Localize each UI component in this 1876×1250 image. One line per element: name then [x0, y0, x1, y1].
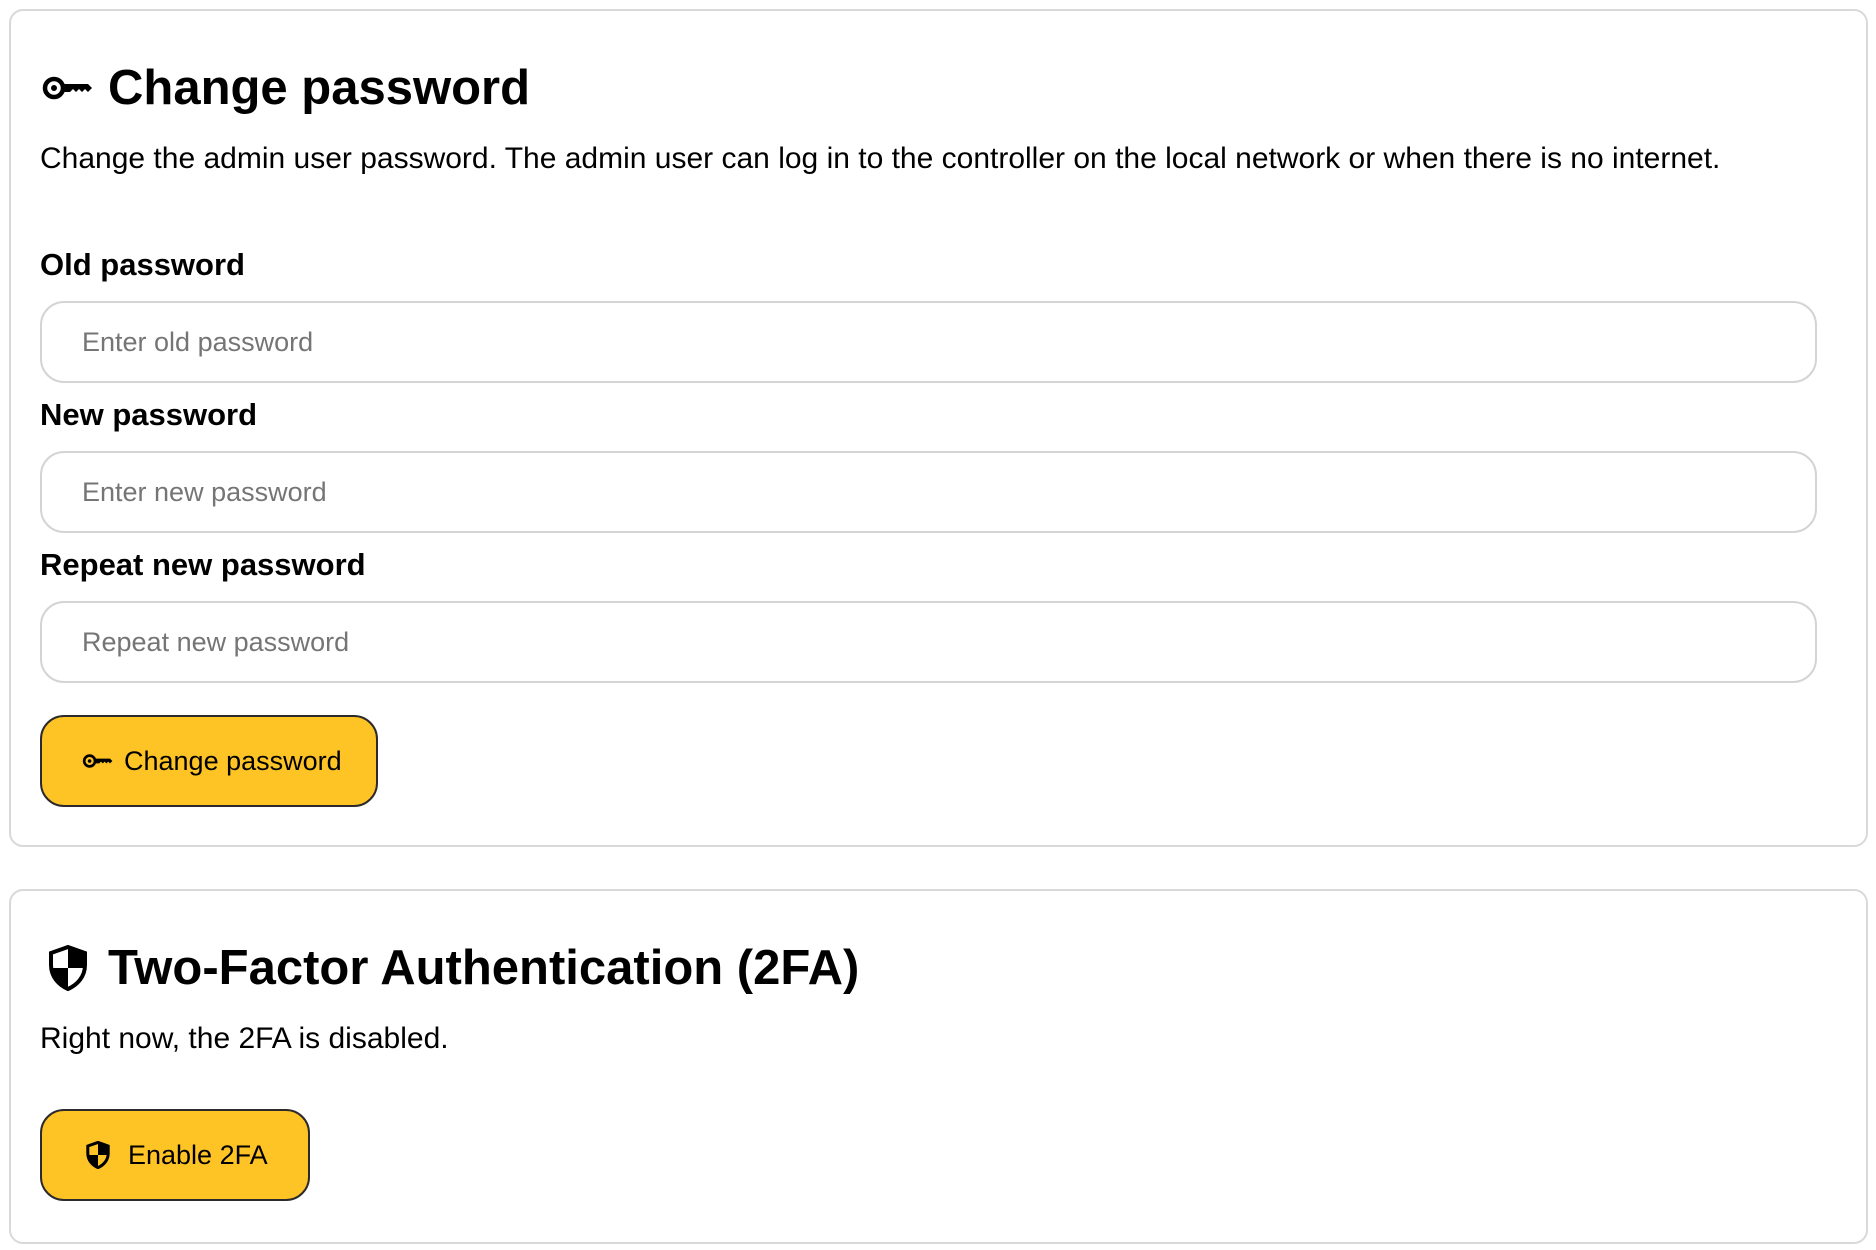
change-password-button[interactable]: Change password [40, 715, 378, 807]
change-password-button-label: Change password [124, 745, 342, 776]
change-password-description: Change the admin user password. The admi… [40, 142, 1721, 175]
shield-icon [40, 940, 96, 996]
key-icon [40, 60, 96, 116]
section-title: Two-Factor Authentication (2FA) [108, 940, 860, 995]
page-title: Change password [108, 60, 531, 115]
change-password-heading: Change password [40, 60, 530, 116]
enable-2fa-button[interactable]: Enable 2FA [40, 1109, 310, 1201]
enable-2fa-button-label: Enable 2FA [128, 1139, 268, 1170]
repeat-password-input[interactable] [40, 601, 1817, 683]
key-icon [82, 752, 114, 770]
new-password-label: New password [40, 397, 258, 432]
shield-icon [86, 1141, 110, 1169]
new-password-input[interactable] [40, 451, 1817, 533]
old-password-input[interactable] [40, 301, 1817, 383]
two-factor-status: Right now, the 2FA is disabled. [40, 1022, 449, 1055]
repeat-password-label: Repeat new password [40, 547, 366, 582]
two-factor-heading: Two-Factor Authentication (2FA) [40, 940, 859, 996]
old-password-label: Old password [40, 247, 245, 282]
